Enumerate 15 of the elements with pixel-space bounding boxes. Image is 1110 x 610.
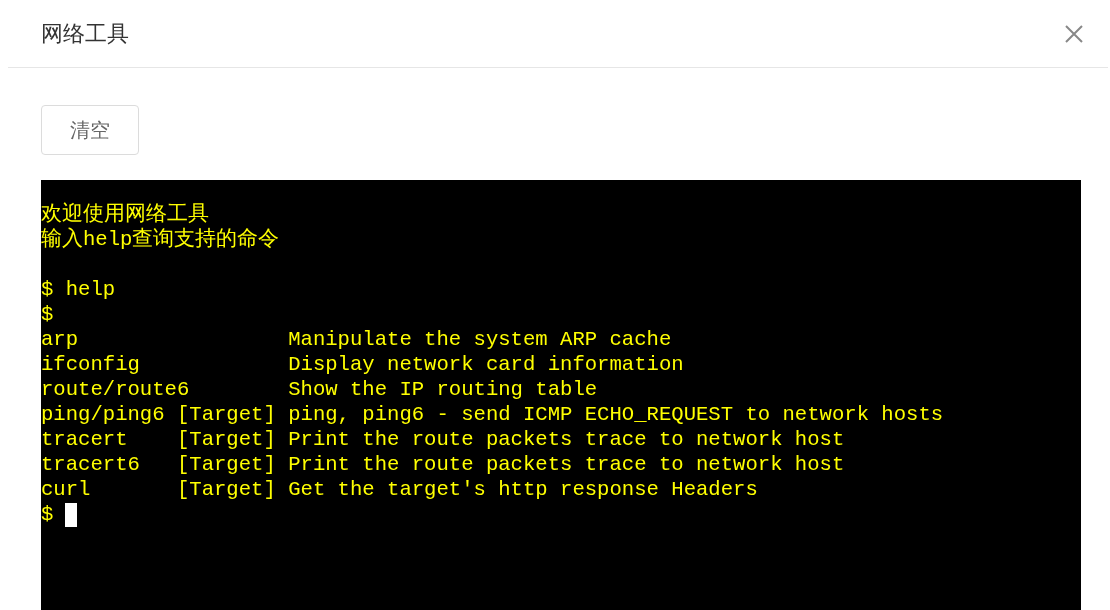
terminal-line: tracert6 [Target] Print the route packets trace to network host: [41, 452, 845, 477]
dialog-title: 网络工具: [41, 20, 129, 48]
terminal-line: 欢迎使用网络工具: [41, 202, 209, 227]
terminal-line: curl [Target] Get the target's http response Headers: [41, 477, 758, 502]
clear-button[interactable]: 清空: [41, 105, 139, 155]
terminal-line: route/route6 Show the IP routing table: [41, 377, 598, 402]
close-icon[interactable]: [1064, 23, 1084, 44]
terminal-line: $ help: [41, 277, 116, 302]
terminal-line: tracert [Target] Print the route packets trace to network host: [41, 427, 845, 452]
terminal-line: ifconfig Display network card information: [41, 352, 684, 377]
terminal-line: arp Manipulate the system ARP cache: [41, 327, 672, 352]
terminal-line: $: [41, 302, 54, 327]
terminal-line: ping/ping6 [Target] ping, ping6 - send ICMP ECHO_REQUEST to network hosts: [41, 402, 944, 427]
terminal-line: 输入help查询支持的命令: [41, 227, 280, 252]
prompt: $: [41, 502, 54, 527]
